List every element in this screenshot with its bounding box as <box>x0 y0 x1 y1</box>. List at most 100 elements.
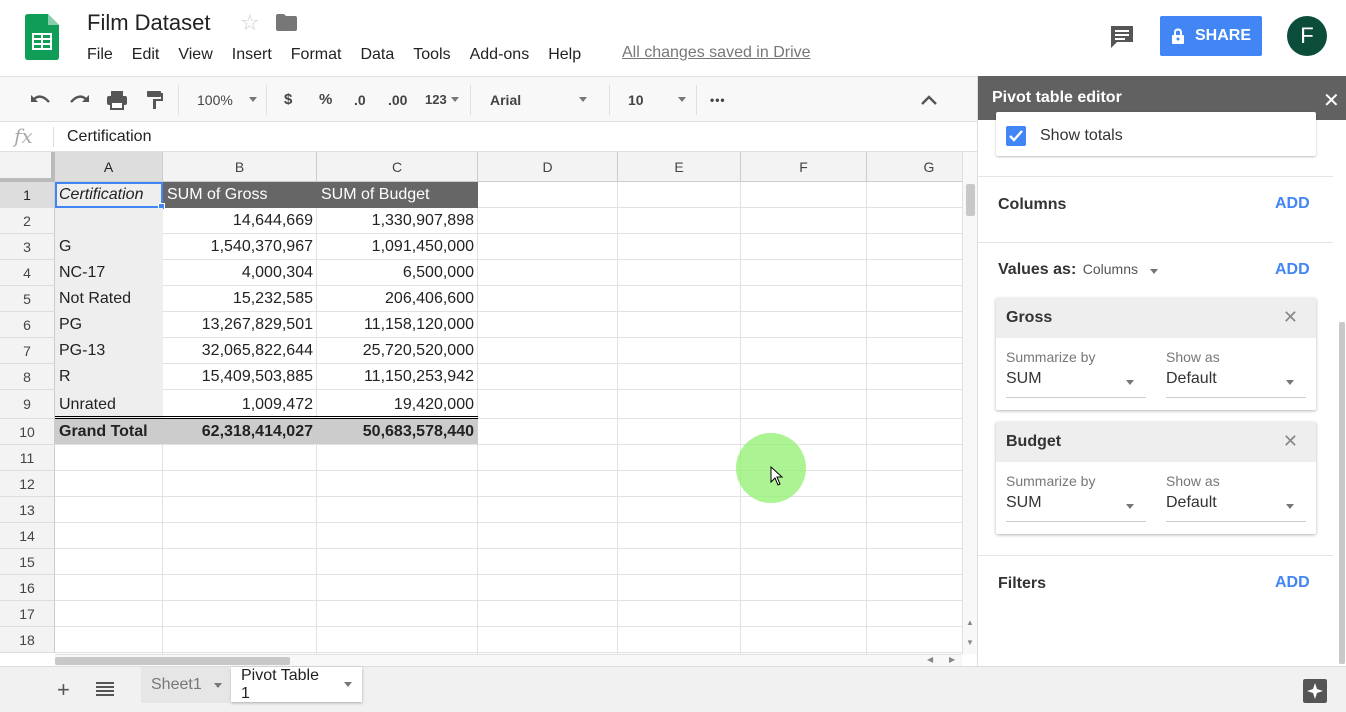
values-as-select[interactable]: Columns <box>1083 261 1138 277</box>
menu-tools[interactable]: Tools <box>413 46 450 64</box>
show-as-select[interactable]: Default <box>1166 494 1306 522</box>
vertical-scrollbar[interactable]: ▲ ▼ <box>962 152 977 654</box>
row-header-18[interactable]: 18 <box>0 627 55 653</box>
remove-value-icon[interactable]: ✕ <box>1283 307 1298 328</box>
row-header-8[interactable]: 8 <box>0 364 55 390</box>
pivot-header-cell[interactable]: Certification <box>55 182 163 208</box>
row-header-4[interactable]: 4 <box>0 260 55 286</box>
comment-icon[interactable] <box>1109 24 1135 50</box>
row-header-3[interactable]: 3 <box>0 234 55 260</box>
add-value-button[interactable]: ADD <box>1275 261 1310 279</box>
scroll-left-arrow-icon[interactable]: ◀ <box>927 655 933 664</box>
pivot-row-label[interactable]: PG <box>55 312 163 338</box>
scroll-down-arrow-icon[interactable]: ▼ <box>966 638 974 647</box>
redo-icon[interactable] <box>68 77 90 122</box>
column-header-d[interactable]: D <box>478 152 618 182</box>
close-icon[interactable]: ✕ <box>1323 88 1340 113</box>
grand-total-cell[interactable]: 62,318,414,027 <box>163 419 317 444</box>
pivot-row-label[interactable]: Not Rated <box>55 286 163 312</box>
font-select[interactable]: Arial <box>490 77 588 122</box>
row-header-5[interactable]: 5 <box>0 286 55 312</box>
paint-format-icon[interactable] <box>145 77 165 122</box>
pivot-row-label[interactable]: G <box>55 234 163 260</box>
row-header-17[interactable]: 17 <box>0 601 55 627</box>
pivot-value-cell[interactable]: 15,409,503,885 <box>163 364 317 390</box>
pivot-value-cell[interactable]: 1,009,472 <box>163 390 317 419</box>
pivot-value-cell[interactable]: 15,232,585 <box>163 286 317 312</box>
chevron-up-icon[interactable] <box>920 77 938 122</box>
undo-icon[interactable] <box>30 77 52 122</box>
currency-format-button[interactable]: $ <box>284 77 292 122</box>
menu-format[interactable]: Format <box>291 46 342 64</box>
row-header-2[interactable]: 2 <box>0 208 55 234</box>
menu-view[interactable]: View <box>178 46 212 64</box>
row-header-16[interactable]: 16 <box>0 575 55 601</box>
sheet-tab-sheet1[interactable]: Sheet1 <box>141 667 229 703</box>
menu-file[interactable]: File <box>87 46 113 64</box>
grand-total-cell[interactable]: Grand Total <box>55 419 163 444</box>
row-header-15[interactable]: 15 <box>0 549 55 575</box>
pivot-value-cell[interactable]: 1,540,370,967 <box>163 234 317 260</box>
print-icon[interactable] <box>106 77 128 122</box>
zoom-select[interactable]: 100% <box>197 77 257 122</box>
spreadsheet-grid[interactable]: A B C D E F G 1 2 3 4 5 6 7 8 9 10 11 12 13 14 15 16 17 18 Certif… <box>0 152 962 654</box>
column-header-f[interactable]: F <box>741 152 867 182</box>
formula-input[interactable]: Certification <box>67 128 151 146</box>
menu-help[interactable]: Help <box>548 46 581 64</box>
row-header-1[interactable]: 1 <box>0 182 55 208</box>
show-as-select[interactable]: Default <box>1166 370 1306 398</box>
pivot-value-cell[interactable]: 6,500,000 <box>317 260 478 286</box>
row-header-12[interactable]: 12 <box>0 471 55 497</box>
summarize-by-select[interactable]: SUM <box>1006 370 1146 398</box>
pivot-row-label[interactable]: PG-13 <box>55 338 163 364</box>
pivot-row-label[interactable] <box>55 208 163 234</box>
sheet-tab-pivot-table-1[interactable]: Pivot Table 1 <box>231 667 362 702</box>
all-sheets-icon[interactable] <box>96 681 114 697</box>
pivot-value-cell[interactable]: 4,000,304 <box>163 260 317 286</box>
percent-format-button[interactable]: % <box>319 77 332 122</box>
row-header-14[interactable]: 14 <box>0 523 55 549</box>
pivot-row-label[interactable]: Unrated <box>55 390 163 419</box>
row-header-6[interactable]: 6 <box>0 312 55 338</box>
column-header-g[interactable]: G <box>867 152 962 182</box>
document-title[interactable]: Film Dataset <box>87 10 210 36</box>
more-icon[interactable]: ••• <box>710 77 726 122</box>
menu-data[interactable]: Data <box>360 46 394 64</box>
remove-value-icon[interactable]: ✕ <box>1283 431 1298 452</box>
column-header-e[interactable]: E <box>618 152 741 182</box>
chevron-down-icon[interactable] <box>344 682 352 687</box>
scroll-up-arrow-icon[interactable]: ▲ <box>966 618 974 627</box>
more-formats-button[interactable]: 123 <box>425 77 459 122</box>
pivot-value-cell[interactable]: 14,644,669 <box>163 208 317 234</box>
save-status-link[interactable]: All changes saved in Drive <box>622 44 811 62</box>
pivot-row-label[interactable]: NC-17 <box>55 260 163 286</box>
folder-icon[interactable] <box>276 14 297 31</box>
row-header-13[interactable]: 13 <box>0 497 55 523</box>
sheets-logo-icon[interactable] <box>25 14 59 60</box>
star-icon[interactable]: ☆ <box>240 10 260 36</box>
share-button[interactable]: SHARE <box>1160 16 1262 56</box>
font-size-select[interactable]: 10 <box>628 77 686 122</box>
menu-addons[interactable]: Add-ons <box>470 46 530 64</box>
panel-scroll-thumb[interactable] <box>1339 322 1345 664</box>
horizontal-scrollbar[interactable]: ◀ ▶ <box>55 654 962 666</box>
pivot-header-cell[interactable]: SUM of Budget <box>317 182 478 208</box>
pivot-value-cell[interactable]: 1,330,907,898 <box>317 208 478 234</box>
explore-icon[interactable] <box>1303 679 1327 703</box>
menu-edit[interactable]: Edit <box>132 46 160 64</box>
decrease-decimal-button[interactable]: .0 <box>354 77 366 122</box>
pivot-value-cell[interactable]: 1,091,450,000 <box>317 234 478 260</box>
column-header-b[interactable]: B <box>163 152 317 182</box>
grand-total-cell[interactable]: 50,683,578,440 <box>317 419 478 444</box>
increase-decimal-button[interactable]: .00 <box>388 77 407 122</box>
row-header-11[interactable]: 11 <box>0 445 55 471</box>
row-header-9[interactable]: 9 <box>0 390 55 419</box>
vertical-scroll-thumb[interactable] <box>966 184 975 216</box>
summarize-by-select[interactable]: SUM <box>1006 494 1146 522</box>
column-header-a[interactable]: A <box>55 152 163 182</box>
select-all-corner[interactable] <box>0 152 55 182</box>
chevron-down-icon[interactable] <box>213 682 222 688</box>
add-filter-button[interactable]: ADD <box>1275 574 1310 592</box>
row-header-7[interactable]: 7 <box>0 338 55 364</box>
horizontal-scroll-thumb[interactable] <box>55 657 290 665</box>
